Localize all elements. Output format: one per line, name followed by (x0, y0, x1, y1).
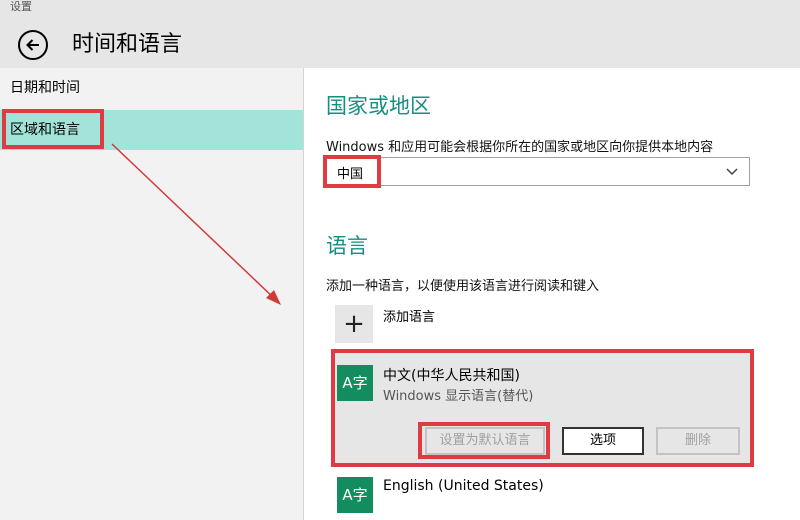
highlight-box-sidebar (2, 109, 104, 149)
country-region-select[interactable]: 中国 (326, 157, 750, 186)
region-description: Windows 和应用可能会根据你所在的国家或地区向你提供本地内容 (326, 140, 714, 155)
app-title: 设置 (10, 0, 32, 13)
language-name-english[interactable]: English (United States) (383, 478, 544, 494)
chevron-down-icon (726, 168, 738, 176)
plus-icon: + (343, 309, 365, 339)
highlight-box-country (323, 155, 381, 188)
back-arrow-icon (26, 39, 39, 51)
back-button[interactable] (18, 30, 48, 60)
highlight-box-set-default (418, 422, 550, 459)
add-language-button[interactable]: + (335, 305, 373, 343)
language-pack-icon: A字 (337, 477, 373, 513)
region-header: 国家或地区 (326, 94, 431, 118)
language-header: 语言 (326, 234, 368, 258)
sidebar-item-date-time[interactable]: 日期和时间 (0, 68, 303, 108)
title-bar: 设置 时间和语言 (0, 0, 800, 68)
language-description: 添加一种语言，以便使用该语言进行阅读和键入 (326, 279, 600, 294)
sidebar-item-label: 日期和时间 (10, 80, 80, 96)
page-title: 时间和语言 (72, 32, 183, 57)
add-language-label[interactable]: 添加语言 (383, 306, 435, 325)
